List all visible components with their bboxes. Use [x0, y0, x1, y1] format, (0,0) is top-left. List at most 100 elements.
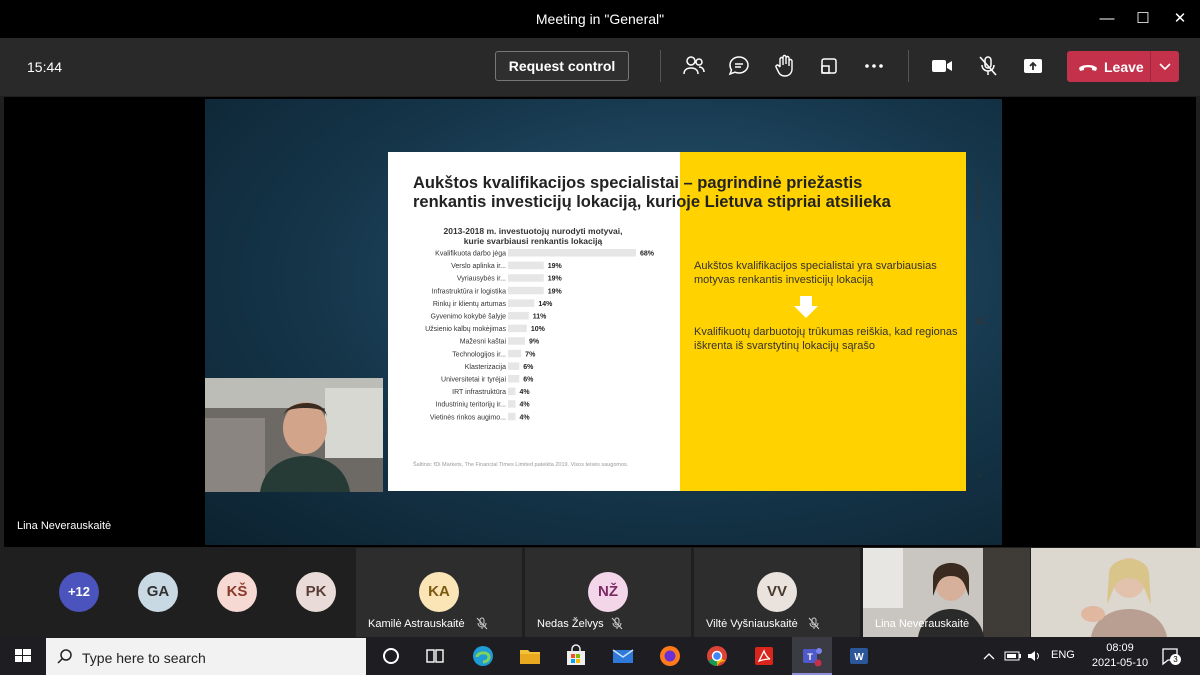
category-label: IRT infrastruktūra: [452, 389, 506, 396]
toolbar-divider: [908, 50, 909, 82]
svg-text:T: T: [807, 652, 813, 662]
chevron-down-icon[interactable]: [1151, 51, 1179, 82]
notification-center[interactable]: 3: [1160, 646, 1181, 666]
presenter-video-image: [205, 378, 383, 492]
participant-name: Viltė Vyšniauskaitė: [706, 618, 798, 630]
title-bar: Meeting in "General" — ☐ ✕: [0, 0, 1200, 38]
data-label: 11%: [533, 314, 547, 321]
participant-name: Lina Neverauskaitė: [875, 618, 970, 630]
slide-source: Šaltinis: fDi Markets, The Financial Tim…: [413, 462, 629, 468]
participant-video-tile[interactable]: [1031, 548, 1200, 637]
leave-label: Leave: [1104, 59, 1144, 75]
chevron-up-icon[interactable]: [982, 650, 996, 662]
camera-icon[interactable]: [929, 53, 955, 79]
leave-button[interactable]: Leave: [1067, 51, 1150, 82]
file-explorer-icon[interactable]: [516, 642, 544, 670]
category-label: Infrastruktūra ir logistika: [432, 288, 506, 295]
more-icon[interactable]: [861, 53, 887, 79]
bar-chart: Kvalifikuota darbo jėga 68% Verslo aplinka…: [425, 249, 655, 421]
room-icon[interactable]: [816, 53, 842, 79]
hang-up-icon: [1079, 65, 1097, 71]
data-label: 19%: [548, 288, 563, 295]
slide-website: investlithuania.com: [974, 178, 980, 221]
chrome-icon[interactable]: [703, 642, 731, 670]
avatar-overflow[interactable]: +12: [59, 572, 99, 612]
avatar[interactable]: PK: [296, 572, 336, 612]
close-button[interactable]: ✕: [1165, 7, 1195, 31]
bar: [508, 312, 529, 320]
category-label: Rinkų ir klientų artumas: [433, 301, 507, 308]
participant-tile[interactable]: NŽ Nedas Želvys: [525, 548, 691, 637]
data-label: 4%: [520, 414, 531, 421]
cortana-icon[interactable]: [377, 642, 405, 670]
bar: [508, 362, 520, 370]
notification-count: 3: [1170, 654, 1181, 665]
taskbar-search[interactable]: Type here to search: [46, 638, 366, 675]
bar: [508, 249, 636, 257]
avatar: KA: [419, 572, 459, 612]
slide-point-2: Kvalifikuotų darbuotojų trūkumas reiškia…: [694, 326, 958, 352]
category-label: Universitetai ir tyrėjai: [441, 377, 506, 384]
data-label: 4%: [520, 389, 531, 396]
data-label: 7%: [525, 351, 536, 358]
avatar: VV: [757, 572, 797, 612]
chart-title: 2013-2018 m. investuotojų nurodyti motyv…: [428, 226, 638, 246]
meeting-time: 15:44: [27, 59, 63, 75]
minimize-button[interactable]: —: [1092, 7, 1122, 31]
participant-video-tile[interactable]: Lina Neverauskaitė: [863, 548, 1030, 637]
input-language[interactable]: ENG: [1051, 649, 1075, 661]
mic-muted-icon[interactable]: [975, 53, 1001, 79]
category-label: Vietinės rinkos augimo...: [430, 414, 506, 421]
store-icon[interactable]: [562, 642, 590, 670]
bar: [508, 387, 516, 396]
windows-start-icon[interactable]: [0, 637, 46, 675]
category-label: Užsienio kalbų mokėjimas: [425, 326, 506, 333]
share-icon[interactable]: [1020, 53, 1046, 79]
participant-tile[interactable]: KA Kamilė Astrauskaitė: [356, 548, 522, 637]
word-icon[interactable]: W: [845, 642, 873, 670]
data-label: 19%: [548, 276, 563, 283]
bar: [508, 337, 525, 345]
category-label: Technologijos ir...: [452, 351, 506, 358]
data-label: 14%: [538, 301, 553, 308]
chat-icon[interactable]: [726, 53, 752, 79]
edge-icon[interactable]: [469, 642, 497, 670]
task-view-icon[interactable]: [421, 642, 449, 670]
volume-icon[interactable]: [1026, 649, 1042, 663]
raise-hand-icon[interactable]: [772, 53, 798, 79]
meeting-toolbar: 15:44 Request control Leave: [0, 38, 1200, 96]
clock-time: 08:09: [1106, 642, 1134, 654]
mail-icon[interactable]: [609, 642, 637, 670]
category-label: Verslo aplinka ir...: [451, 263, 506, 270]
taskbar-clock[interactable]: 08:09 2021-05-10: [1090, 641, 1150, 671]
participants-icon[interactable]: [681, 53, 707, 79]
data-label: 19%: [548, 263, 563, 270]
data-label: 9%: [529, 339, 540, 346]
slide-page-number: 2: [978, 474, 982, 480]
windows-taskbar: Type here to search T W ENG 08:09 2021-0…: [0, 637, 1200, 675]
acrobat-icon[interactable]: [750, 642, 778, 670]
avatar[interactable]: GA: [138, 572, 178, 612]
slide-title-line-1: Aukštos kvalifikacijos specialistai – pa…: [413, 174, 863, 192]
battery-icon[interactable]: [1004, 649, 1022, 663]
category-label: Industrinių teritorijų ir...: [436, 402, 506, 409]
slide-point-1: Aukštos kvalifikacijos specialistai yra …: [694, 260, 937, 286]
data-label: 4%: [520, 402, 531, 409]
mic-muted-icon: [476, 617, 488, 630]
teams-icon[interactable]: T: [798, 642, 826, 670]
bar: [508, 324, 527, 333]
participant-name: Nedas Želvys: [537, 618, 604, 630]
participant-tile[interactable]: VV Viltė Vyšniauskaitė: [694, 548, 860, 637]
mic-muted-icon: [808, 617, 820, 630]
maximize-button[interactable]: ☐: [1128, 7, 1158, 31]
slide-title-line-2: renkantis investicijų lokaciją, kurioje …: [413, 193, 891, 211]
slide-logo: ıL: [976, 315, 986, 327]
request-control-button[interactable]: Request control: [495, 51, 629, 81]
presenter-video: [205, 378, 383, 492]
category-label: Mažesni kaštai: [460, 339, 507, 346]
avatar[interactable]: KŠ: [217, 572, 257, 612]
avatar: NŽ: [588, 572, 628, 612]
leave-control: Leave: [1067, 51, 1179, 82]
chart-title-line-1: 2013-2018 m. investuotojų nurodyti motyv…: [443, 226, 623, 236]
firefox-icon[interactable]: [656, 642, 684, 670]
